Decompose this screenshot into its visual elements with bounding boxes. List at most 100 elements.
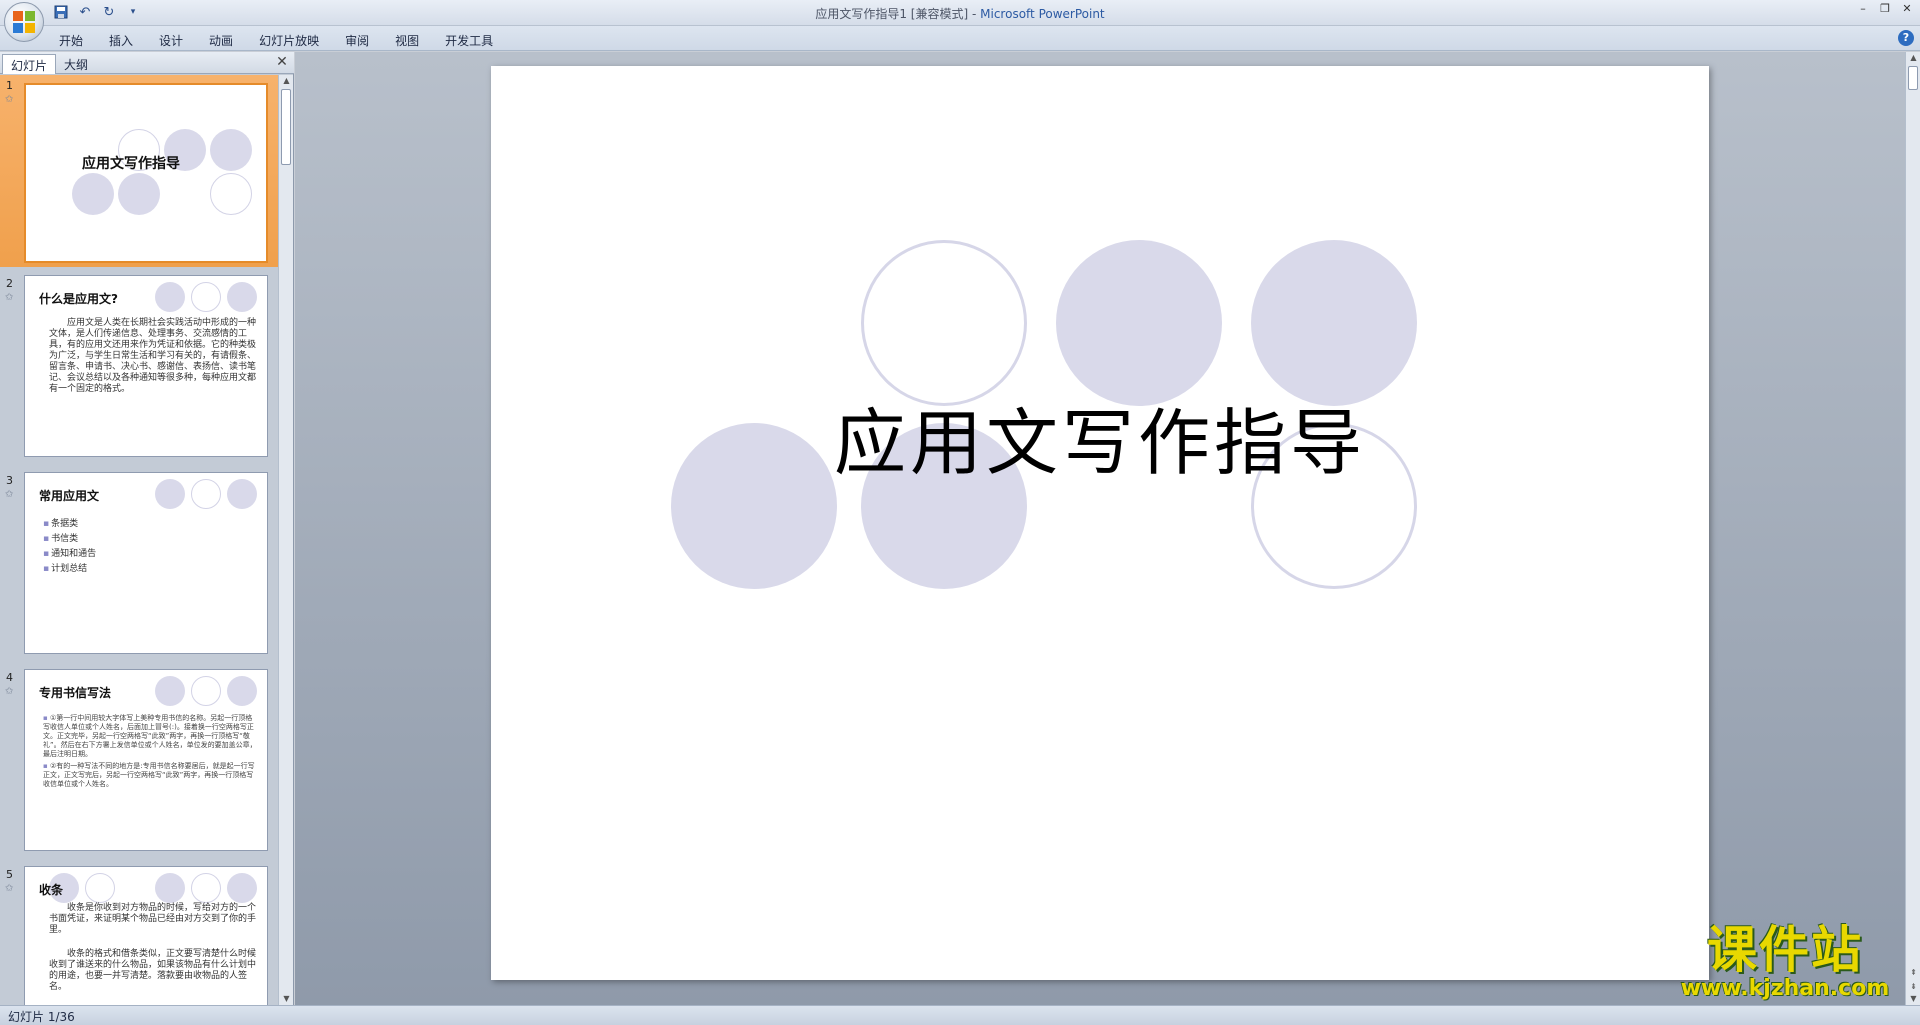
ribbon-tabs: 开始 插入 设计 动画 幻灯片放映 审阅 视图 开发工具: [46, 29, 506, 52]
decor-circle: [227, 282, 257, 312]
thumbnail-body: ①第一行中间用较大字体写上美种专用书信的名称。另起一行顶格写收信人单位或个人姓名…: [43, 714, 259, 792]
animation-star-icon: ✩: [5, 883, 14, 894]
quick-access-toolbar: ↶ ↻ ▾: [52, 3, 142, 21]
status-bar: 幻灯片 1/36: [0, 1005, 1920, 1025]
thumbnail-title: 什么是应用文?: [39, 292, 118, 306]
bullet-item: 计划总结: [43, 562, 96, 577]
thumbnail-paragraph: ②有的一种写法不同的地方是:专用书信名称要居后，就是起一行写正文，正文写完后，另…: [43, 762, 259, 789]
decor-circle: [155, 282, 185, 312]
slide-thumbnail-2[interactable]: 2 ✩ 什么是应用文? 应用文是人类在长期社会实践活动中形成的一种文体，是人们传…: [0, 273, 278, 465]
thumbnail-list: 1 ✩ 应用文写作指导 2 ✩ 什么是应用文? 应用文是人类在长期社会实践活动中: [0, 75, 278, 1005]
tab-review[interactable]: 审阅: [332, 29, 382, 52]
decor-circle: [861, 240, 1027, 406]
office-button[interactable]: [4, 2, 44, 42]
decor-circle: [72, 173, 114, 215]
tab-slides[interactable]: 幻灯片: [2, 54, 57, 74]
thumbnail-title: 常用应用文: [39, 489, 100, 503]
animation-star-icon: ✩: [5, 489, 14, 500]
next-slide-icon[interactable]: ⇟: [1906, 981, 1920, 993]
window-title-document: 应用文写作指导1 [兼容模式] -: [815, 7, 981, 21]
scroll-thumb[interactable]: [1908, 66, 1918, 90]
window-controls: – ❐ ✕: [1854, 2, 1916, 16]
slides-panel: 幻灯片 大纲 ✕ 1 ✩ 应用文写作指导 2 ✩ 什么是应用文? 应用文是人类在…: [0, 52, 294, 1005]
slide-preview: 常用应用文 条据类 书信类 通知和通告 计划总结: [24, 472, 268, 654]
restore-icon[interactable]: ❐: [1876, 2, 1894, 16]
decor-circle: [227, 676, 257, 706]
decor-circle: [210, 129, 252, 171]
tab-animations[interactable]: 动画: [196, 29, 246, 52]
scroll-thumb[interactable]: [281, 89, 291, 165]
ribbon: 开始 插入 设计 动画 幻灯片放映 审阅 视图 开发工具 ?: [0, 26, 1920, 51]
scroll-up-icon[interactable]: ▲: [1906, 52, 1920, 64]
animation-star-icon: ✩: [5, 686, 14, 697]
tab-design[interactable]: 设计: [146, 29, 196, 52]
watermark-logo: 课件站 www.kjzhan.com: [1668, 922, 1902, 1002]
watermark-text: 课件站: [1707, 921, 1863, 979]
decor-circle: [191, 676, 221, 706]
panel-tabs: 幻灯片 大纲 ✕: [0, 52, 294, 74]
decor-circle: [227, 479, 257, 509]
tab-developer[interactable]: 开发工具: [432, 29, 506, 52]
decor-circle: [1251, 240, 1417, 406]
help-icon[interactable]: ?: [1898, 30, 1914, 46]
office-logo-icon: [13, 11, 35, 33]
slide-number: 4: [6, 671, 13, 684]
save-icon[interactable]: [52, 3, 70, 21]
close-icon[interactable]: ✕: [1898, 2, 1916, 16]
slide-preview: 应用文写作指导: [24, 83, 268, 263]
decor-circle: [118, 173, 160, 215]
slide-counter: 幻灯片 1/36: [8, 1010, 75, 1024]
undo-icon[interactable]: ↶: [76, 3, 94, 21]
tab-slide-show[interactable]: 幻灯片放映: [246, 29, 332, 52]
scroll-up-icon[interactable]: ▲: [279, 75, 294, 87]
thumbnail-body: 应用文是人类在长期社会实践活动中形成的一种文体，是人们传递信息、处理事务、交流感…: [49, 318, 257, 394]
thumbnail-paragraph: ①第一行中间用较大字体写上美种专用书信的名称。另起一行顶格写收信人单位或个人姓名…: [43, 714, 259, 759]
tab-outline[interactable]: 大纲: [56, 54, 96, 74]
slide-thumbnail-4[interactable]: 4 ✩ 专用书信写法 ①第一行中间用较大字体写上美种专用书信的名称。另起一行顶格…: [0, 667, 278, 859]
slide-number: 2: [6, 277, 13, 290]
scroll-down-icon[interactable]: ▼: [1906, 993, 1920, 1005]
decor-circle: [227, 873, 257, 903]
slide-editor: 应用文写作指导: [295, 52, 1905, 1005]
editor-scrollbar[interactable]: ▲ ⇞ ⇟ ▼: [1905, 52, 1920, 1005]
slide-number: 3: [6, 474, 13, 487]
slide-title[interactable]: 应用文写作指导: [491, 384, 1709, 489]
decor-circle: [155, 676, 185, 706]
decor-circle: [210, 173, 252, 215]
slide-thumbnail-5[interactable]: 5 ✩ 收条 收条是你收到对方物品的时候，写给对方的一个书面凭证，来证明某个物品…: [0, 864, 278, 1005]
minimize-icon[interactable]: –: [1854, 2, 1872, 16]
decor-circle: [1056, 240, 1222, 406]
redo-icon[interactable]: ↻: [100, 3, 118, 21]
slide-thumbnail-1[interactable]: 1 ✩ 应用文写作指导: [0, 75, 278, 267]
decor-circle: [191, 282, 221, 312]
thumbnail-title: 专用书信写法: [39, 686, 112, 700]
tab-insert[interactable]: 插入: [96, 29, 146, 52]
slide-preview: 专用书信写法 ①第一行中间用较大字体写上美种专用书信的名称。另起一行顶格写收信人…: [24, 669, 268, 851]
decor-circle: [191, 479, 221, 509]
scroll-down-icon[interactable]: ▼: [279, 993, 294, 1005]
slide-thumbnail-3[interactable]: 3 ✩ 常用应用文 条据类 书信类 通知和通告 计划总结: [0, 470, 278, 662]
qat-customize-icon[interactable]: ▾: [124, 3, 142, 21]
slide-number: 5: [6, 868, 13, 881]
decor-circle: [155, 873, 185, 903]
tab-view[interactable]: 视图: [382, 29, 432, 52]
watermark-url: www.kjzhan.com: [1680, 976, 1890, 1001]
previous-slide-icon[interactable]: ⇞: [1906, 967, 1920, 979]
animation-star-icon: ✩: [5, 292, 14, 303]
decor-circle: [155, 479, 185, 509]
window-title: 应用文写作指导1 [兼容模式] - Microsoft PowerPoint: [0, 5, 1920, 22]
window-title-app: Microsoft PowerPoint: [980, 7, 1105, 21]
bullet-item: 通知和通告: [43, 547, 96, 562]
thumbnail-bullets: 条据类 书信类 通知和通告 计划总结: [43, 517, 96, 577]
thumbnail-body: 收条的格式和借条类似，正文要写清楚什么时候收到了谁送来的什么物品，如果该物品有什…: [49, 949, 257, 992]
current-slide[interactable]: 应用文写作指导: [491, 66, 1709, 980]
slide-number: 1: [6, 79, 13, 92]
tab-home[interactable]: 开始: [46, 29, 96, 52]
thumbnail-body: 收条是你收到对方物品的时候，写给对方的一个书面凭证，来证明某个物品已经由对方交到…: [49, 903, 257, 935]
decor-circle: [191, 873, 221, 903]
decor-circle: [85, 873, 115, 903]
close-icon[interactable]: ✕: [274, 54, 290, 70]
panel-scrollbar[interactable]: ▲ ▼: [278, 75, 293, 1005]
thumbnail-title: 收条: [39, 883, 64, 897]
slide-preview: 什么是应用文? 应用文是人类在长期社会实践活动中形成的一种文体，是人们传递信息、…: [24, 275, 268, 457]
